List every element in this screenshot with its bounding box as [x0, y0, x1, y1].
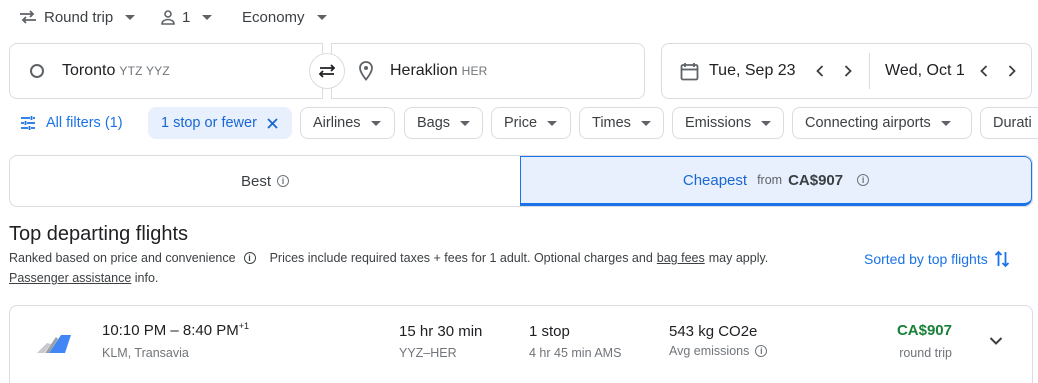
destination-code: HER: [461, 64, 488, 78]
chip-label: Price: [504, 115, 538, 131]
origin-city: Toronto: [62, 62, 116, 79]
sort-label: Sorted by top flights: [864, 251, 988, 267]
destination-field[interactable]: Heraklion HER: [331, 43, 645, 99]
trip-type-label: Round trip: [44, 8, 114, 26]
bags-filter-chip[interactable]: Bags: [404, 107, 483, 139]
chip-label: Airlines: [313, 115, 361, 131]
date-divider: [869, 53, 870, 89]
tab-best-label: Best: [240, 172, 271, 190]
chevron-down-icon: [460, 120, 471, 126]
tab-cheapest-price: CA$907: [788, 171, 844, 189]
origin-circle-icon: [30, 64, 44, 78]
origin-codes: YTZ YYZ: [119, 64, 170, 78]
flight-result-card[interactable]: 10:10 PM – 8:40 PM+1 KLM, Transavia 15 h…: [9, 305, 1033, 383]
close-icon[interactable]: [267, 117, 278, 129]
flight-stops: 1 stop: [529, 323, 570, 340]
passenger-select[interactable]: 1: [160, 6, 213, 28]
passenger-count: 1: [182, 8, 191, 26]
info-icon[interactable]: i: [243, 252, 256, 264]
connecting-airports-filter-chip[interactable]: Connecting airports: [792, 107, 972, 139]
assistance-line: Passenger assistance info.: [9, 271, 158, 285]
price-filter-chip[interactable]: Price: [491, 107, 571, 139]
flight-emissions: 543 kg CO2e: [669, 323, 758, 340]
emissions-filter-chip[interactable]: Emissions: [672, 107, 784, 139]
chevron-left-icon[interactable]: [973, 60, 995, 82]
flight-route: YYZ–HER: [399, 346, 457, 360]
trip-type-select[interactable]: Round trip: [18, 6, 136, 28]
chevron-down-icon: [761, 120, 772, 126]
stops-filter-chip[interactable]: 1 stop or fewer: [148, 107, 292, 139]
results-subtitle: Ranked based on price and convenience i …: [9, 251, 768, 265]
flight-time-range: 10:10 PM – 8:40 PM: [102, 322, 239, 339]
day-offset: +1: [238, 321, 250, 331]
tab-best[interactable]: Best i: [10, 156, 520, 206]
tab-cheapest[interactable]: Cheapest from CA$907 i: [520, 156, 1032, 206]
sort-arrows-icon: [994, 250, 1010, 268]
airline-logo-icon: [36, 332, 72, 354]
chip-label: Emissions: [685, 115, 752, 131]
flight-layover: 4 hr 45 min AMS: [529, 346, 622, 360]
chevron-down-icon: [640, 120, 651, 126]
sort-button[interactable]: Sorted by top flights: [864, 250, 1010, 268]
expand-chevron-icon[interactable]: [989, 336, 1003, 346]
info-icon[interactable]: i: [857, 174, 870, 186]
return-date[interactable]: Wed, Oct 1: [885, 62, 971, 80]
price-note: round trip: [899, 346, 952, 360]
chevron-down-icon: [547, 120, 558, 126]
chevron-down-icon: [125, 14, 136, 20]
cabin-class-select[interactable]: Economy: [242, 6, 327, 28]
all-filters-label: All filters (1): [46, 115, 123, 131]
chip-label: Connecting airports: [805, 115, 931, 131]
chip-label: Durati: [993, 115, 1032, 131]
all-filters-button[interactable]: All filters (1): [20, 112, 123, 134]
sort-tabs: Best i Cheapest from CA$907 i: [9, 155, 1033, 207]
chevron-right-icon[interactable]: [837, 60, 859, 82]
tune-icon: [20, 115, 36, 131]
info-icon[interactable]: i: [277, 175, 289, 187]
chevron-left-icon[interactable]: [809, 60, 831, 82]
tab-cheapest-label: Cheapest: [682, 171, 748, 189]
info-icon[interactable]: i: [755, 345, 768, 357]
prices-text: Prices include required taxes + fees for…: [269, 251, 653, 265]
stops-filter-label: 1 stop or fewer: [161, 115, 257, 131]
emissions-label: Avg emissions: [669, 344, 750, 358]
emissions-label-row: Avg emissions i: [669, 344, 768, 358]
duration-filter-chip[interactable]: Durati: [980, 107, 1038, 139]
may-apply-text: may apply.: [708, 251, 769, 265]
airlines-filter-chip[interactable]: Airlines: [300, 107, 395, 139]
cabin-class-label: Economy: [242, 8, 305, 26]
chevron-down-icon: [370, 120, 381, 126]
info-suffix: info.: [134, 271, 159, 285]
ranked-text: Ranked based on price and convenience: [9, 251, 236, 265]
flight-times: 10:10 PM – 8:40 PM+1: [102, 321, 249, 339]
origin-field[interactable]: Toronto YTZ YYZ: [9, 43, 323, 99]
chip-label: Times: [592, 115, 631, 131]
flight-price: CA$907: [896, 322, 952, 339]
tab-cheapest-from: from: [757, 173, 783, 187]
chevron-down-icon: [316, 14, 327, 20]
depart-date[interactable]: Tue, Sep 23: [709, 62, 805, 80]
flight-airlines: KLM, Transavia: [102, 346, 189, 360]
chevron-down-icon: [202, 14, 213, 20]
results-heading: Top departing flights: [9, 223, 189, 245]
swap-icon: [316, 63, 338, 79]
chevron-down-icon: [940, 120, 951, 126]
flight-duration: 15 hr 30 min: [399, 323, 483, 340]
chevron-right-icon[interactable]: [1001, 60, 1023, 82]
swap-airports-button[interactable]: [309, 53, 345, 89]
swap-arrows-icon: [18, 9, 38, 25]
times-filter-chip[interactable]: Times: [579, 107, 664, 139]
calendar-icon: [680, 62, 699, 81]
passenger-assistance-link[interactable]: Passenger assistance: [9, 271, 131, 285]
destination-city: Heraklion: [390, 62, 458, 79]
person-icon: [160, 9, 176, 25]
bag-fees-link[interactable]: bag fees: [657, 251, 705, 265]
chip-label: Bags: [417, 115, 451, 131]
location-pin-icon: [358, 61, 374, 81]
date-range-field[interactable]: Tue, Sep 23 Wed, Oct 1: [661, 43, 1032, 99]
